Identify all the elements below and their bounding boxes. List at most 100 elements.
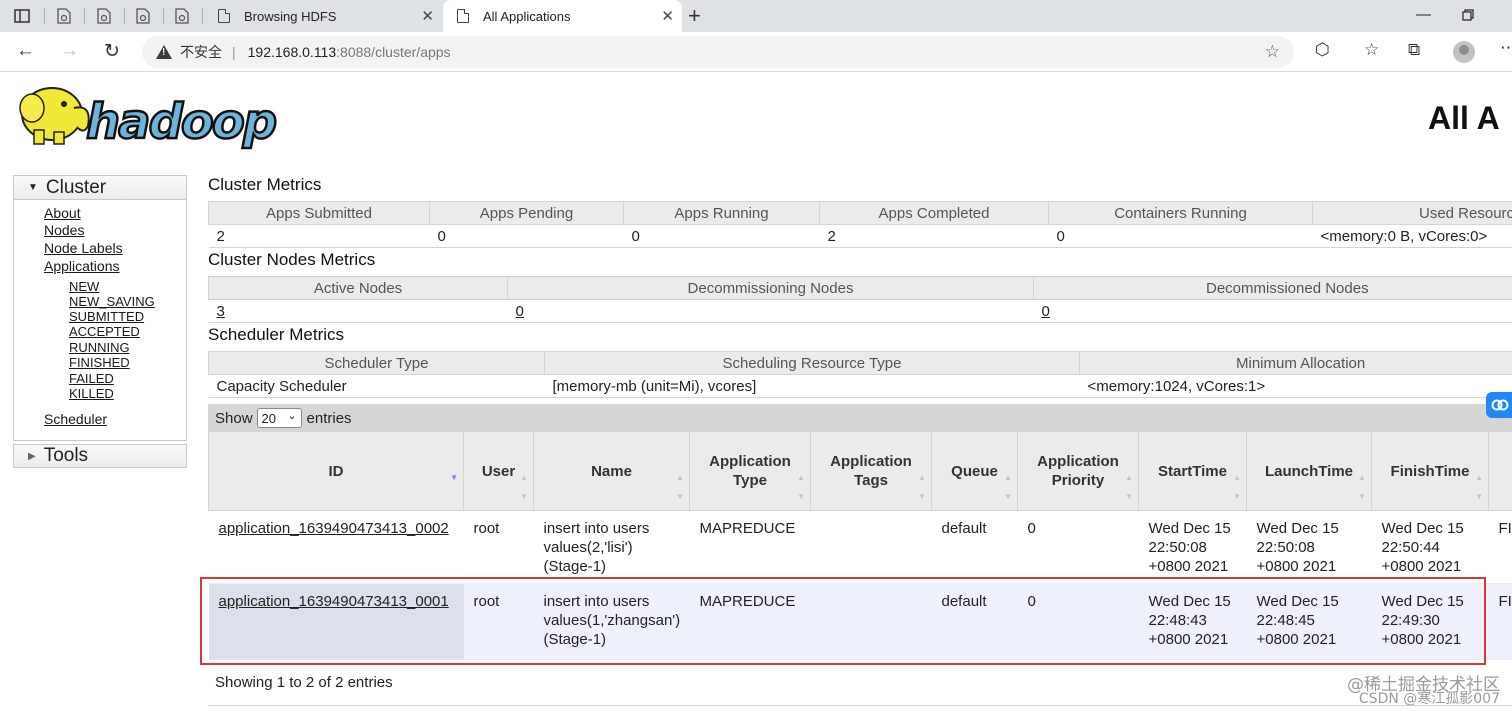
time-line: Wed Dec 15: [1148, 593, 1231, 610]
active-nodes-link[interactable]: 3: [208, 299, 508, 323]
pinned-tab-icon[interactable]: [54, 6, 74, 26]
entries-label: entries: [306, 409, 352, 427]
sort-icon[interactable]: ▲ ▼: [1125, 468, 1133, 506]
sidebar-state-killed[interactable]: KILLED: [69, 386, 114, 401]
close-tab-icon[interactable]: ✕: [661, 7, 674, 25]
sidebar-link-nodes[interactable]: Nodes: [44, 222, 84, 238]
state-cell: FI: [1488, 510, 1512, 584]
decommissioning-nodes-link[interactable]: 0: [507, 299, 1034, 323]
tab-title: Browsing HDFS: [244, 8, 337, 24]
column-header-start-time[interactable]: StartTime ▲ ▼: [1138, 431, 1247, 511]
tab-browsing-hdfs[interactable]: Browsing HDFS ✕: [204, 0, 442, 32]
name-line: values(1,'zhangsan'): [543, 612, 681, 629]
new-tab-icon[interactable]: +: [688, 3, 701, 29]
tab-all-applications[interactable]: All Applications ✕: [443, 0, 682, 32]
column-header-name[interactable]: Name ▲ ▼: [533, 431, 690, 511]
column-header-application-priority[interactable]: Application Priority ▲ ▼: [1017, 431, 1139, 511]
warning-icon[interactable]: [156, 45, 172, 59]
sort-icon[interactable]: ▲ ▼: [918, 468, 926, 506]
page-title: All A: [1428, 100, 1500, 136]
more-icon[interactable]: ⋯: [1500, 38, 1512, 58]
time-line: +0800 2021: [1148, 558, 1229, 575]
sidebar-link-node-labels[interactable]: Node Labels: [44, 240, 123, 256]
close-tab-icon[interactable]: ✕: [421, 7, 434, 25]
application-id-link[interactable]: application_1639490473413_0001: [219, 593, 449, 610]
column-header-application-tags[interactable]: Application Tags ▲ ▼: [810, 431, 932, 511]
sort-icon[interactable]: ▲ ▼: [520, 468, 528, 506]
sidebar-link-applications[interactable]: Applications: [44, 258, 120, 274]
pinned-tab-icon[interactable]: [172, 6, 192, 26]
favorites-icon[interactable]: ☆: [1364, 40, 1379, 60]
expand-triangle-icon: ▼: [28, 182, 38, 193]
metric-value: 2: [819, 224, 1049, 248]
sidebar-link-about[interactable]: About: [44, 205, 81, 221]
column-header-user[interactable]: User ▲ ▼: [463, 431, 534, 511]
sort-icon[interactable]: ▲ ▼: [1233, 468, 1241, 506]
queue-cell: default: [931, 510, 1018, 584]
tab-separator: [124, 8, 125, 24]
column-header: Minimum Allocation: [1079, 351, 1512, 375]
restore-icon[interactable]: [1462, 8, 1474, 25]
address-bar[interactable]: 不安全 | 192.168.0.113:8088/cluster/apps ☆: [142, 36, 1294, 68]
forward-icon[interactable]: →: [60, 40, 79, 62]
application-id-link[interactable]: application_1639490473413_0002: [219, 520, 449, 537]
table-row: application_1639490473413_0001 root inse…: [208, 583, 1512, 660]
url-path: :8088/cluster/apps: [336, 44, 451, 60]
column-header-launch-time[interactable]: LaunchTime ▲ ▼: [1246, 431, 1372, 511]
header-label: StartTime: [1158, 462, 1227, 480]
sort-icon[interactable]: ▲ ▼: [1358, 468, 1366, 506]
column-header-id[interactable]: ID ▼: [208, 431, 464, 511]
url-host: 192.168.0.113: [247, 44, 337, 60]
state-cell: FI: [1488, 583, 1512, 660]
minimize-icon[interactable]: —: [1416, 6, 1431, 23]
extensions-icon[interactable]: ⬡: [1315, 40, 1330, 60]
security-label[interactable]: 不安全: [180, 42, 222, 62]
column-header: Decommissioned Nodes: [1033, 276, 1512, 300]
sidebar-state-accepted[interactable]: ACCEPTED: [69, 324, 140, 339]
sort-icon[interactable]: ▲ ▼: [1475, 468, 1483, 506]
decommissioned-nodes-link[interactable]: 0: [1033, 299, 1512, 323]
tab-actions-icon[interactable]: [12, 6, 32, 26]
sidebar-state-submitted[interactable]: SUBMITTED: [69, 309, 144, 324]
cluster-metrics-title: Cluster Metrics: [208, 175, 322, 194]
time-line: 22:50:44: [1381, 539, 1440, 556]
time-line: +0800 2021: [1381, 558, 1462, 575]
type-cell: MAPREDUCE: [689, 510, 811, 584]
entries-select[interactable]: 20 ⌄: [256, 408, 302, 428]
add-favorite-icon[interactable]: ☆: [1265, 42, 1280, 62]
sort-icon[interactable]: ▲ ▼: [676, 468, 684, 506]
column-header-state[interactable]: [1488, 431, 1512, 511]
pinned-tab-icon[interactable]: [94, 6, 114, 26]
sidebar-state-new[interactable]: NEW: [69, 279, 99, 294]
sidebar-link-scheduler[interactable]: Scheduler: [44, 411, 107, 427]
finish-time-cell: Wed Dec 15 22:50:44 +0800 2021: [1371, 510, 1489, 584]
back-icon[interactable]: ←: [16, 40, 35, 62]
pinned-tab-icon[interactable]: [133, 6, 153, 26]
sidebar-state-failed[interactable]: FAILED: [69, 371, 114, 386]
sort-icon[interactable]: ▲ ▼: [797, 468, 805, 506]
floating-share-icon[interactable]: [1486, 392, 1512, 418]
column-header-queue[interactable]: Queue ▲ ▼: [931, 431, 1018, 511]
reload-icon[interactable]: ↻: [104, 40, 120, 63]
hadoop-logo[interactable]: hadoop: [14, 78, 314, 152]
sidebar-state-finished[interactable]: FINISHED: [69, 355, 130, 370]
sidebar-state-new-saving[interactable]: NEW_SAVING: [69, 294, 155, 309]
cluster-nodes-metrics-table: Active Nodes Decommissioning Nodes Decom…: [208, 276, 1512, 323]
user-cell: root: [463, 583, 534, 660]
launch-time-cell: Wed Dec 15 22:50:08 +0800 2021: [1246, 510, 1372, 584]
time-line: +0800 2021: [1381, 631, 1462, 648]
header-label: Name: [591, 462, 632, 480]
cluster-section-header[interactable]: ▼ Cluster: [14, 176, 186, 200]
collections-icon[interactable]: ⧉: [1408, 40, 1420, 60]
column-header-finish-time[interactable]: FinishTime ▲ ▼: [1371, 431, 1489, 511]
sort-icon[interactable]: ▲ ▼: [1004, 468, 1012, 506]
tools-section-header[interactable]: ▶ Tools: [13, 444, 187, 468]
sidebar-state-running[interactable]: RUNNING: [69, 340, 130, 355]
avatar[interactable]: [1453, 41, 1475, 63]
svg-text:hadoop: hadoop: [86, 94, 276, 150]
sort-icon[interactable]: ▼: [450, 468, 458, 487]
time-line: Wed Dec 15: [1256, 593, 1339, 610]
start-time-cell: Wed Dec 15 22:50:08 +0800 2021: [1138, 510, 1247, 584]
column-header-application-type[interactable]: Application Type ▲ ▼: [689, 431, 811, 511]
user-cell: root: [463, 510, 534, 584]
